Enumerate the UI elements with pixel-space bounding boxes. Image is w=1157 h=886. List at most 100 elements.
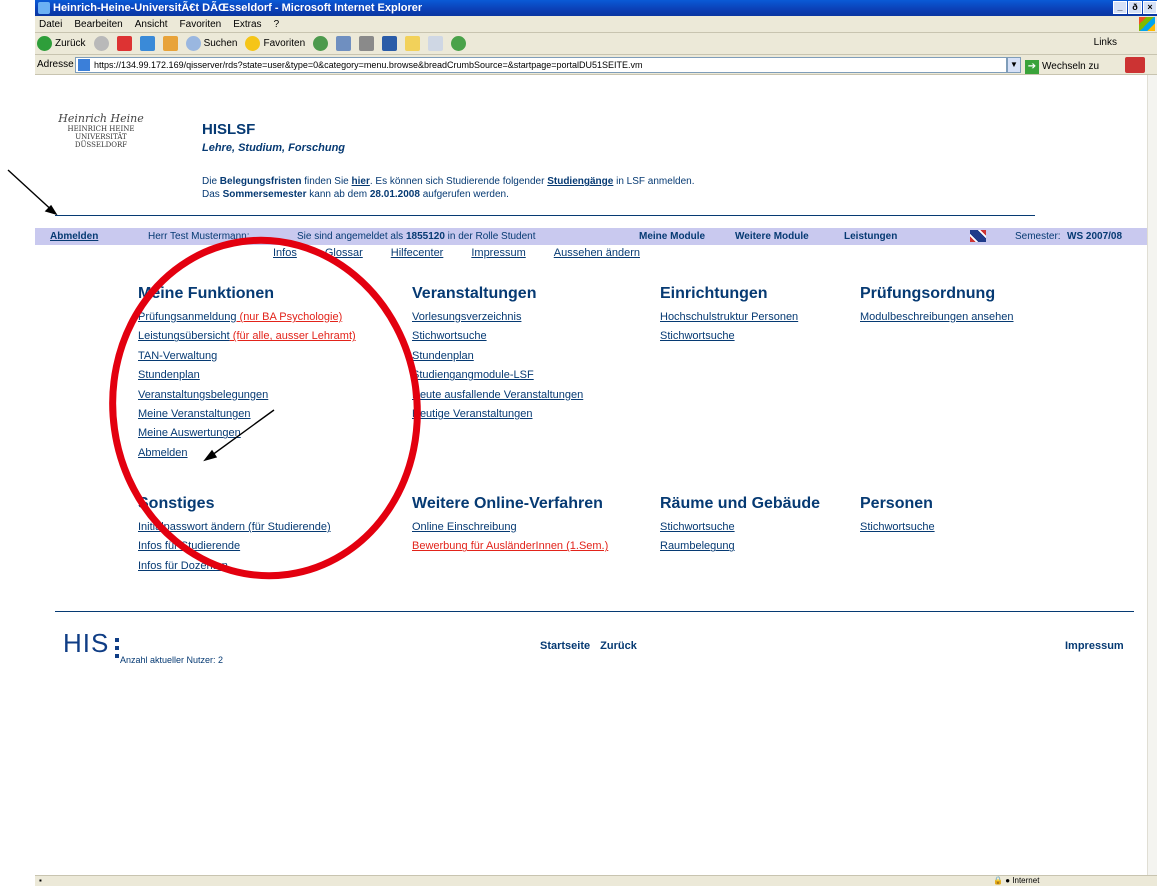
- tan-verwaltung-link[interactable]: TAN-Verwaltung: [138, 350, 356, 363]
- leistungsuebersicht-link[interactable]: Leistungsübersicht: [138, 330, 230, 342]
- menu-datei[interactable]: Datei: [39, 16, 62, 32]
- menu-ansicht[interactable]: Ansicht: [135, 16, 168, 32]
- stundenplan-link[interactable]: Stundenplan: [138, 369, 356, 382]
- stichwortsuche-link[interactable]: Stichwortsuche: [660, 521, 735, 534]
- discuss-button[interactable]: [428, 36, 444, 51]
- address-input[interactable]: https://134.99.172.169/qisserver/rds?sta…: [75, 57, 1007, 73]
- meine-module-link[interactable]: Meine Module: [639, 228, 705, 245]
- list-item: Leistungsübersicht (für alle, ausser Leh…: [138, 330, 356, 343]
- list-item: Prüfungsanmeldung (nur BA Psychologie): [138, 311, 356, 324]
- heute-ausfallende-link[interactable]: Heute ausfallende Veranstaltungen: [412, 389, 583, 402]
- stichwortsuche-link[interactable]: Stichwortsuche: [412, 330, 583, 343]
- forward-button[interactable]: [93, 36, 109, 51]
- maximize-button[interactable]: ð: [1128, 1, 1142, 14]
- meine-veranstaltungen-link[interactable]: Meine Veranstaltungen: [138, 408, 356, 421]
- notice-text: Das: [202, 189, 223, 200]
- ie-icon: [38, 2, 50, 14]
- status-bar: ▪ 🔒 ● Internet: [35, 875, 1157, 886]
- back-button[interactable]: Zurück: [37, 36, 86, 51]
- infos-link[interactable]: Infos: [273, 247, 297, 259]
- history-button[interactable]: [313, 36, 329, 51]
- raeume-heading: Räume und Gebäude: [660, 495, 821, 512]
- studiengaenge-link[interactable]: Studiengänge: [547, 176, 613, 187]
- notice-text: Die: [202, 176, 220, 187]
- menu-favoriten[interactable]: Favoriten: [180, 16, 222, 32]
- bewerbung-link[interactable]: Bewerbung für AusländerInnen (1.Sem.): [412, 540, 608, 553]
- logo-signature: Heinrich Heine: [58, 112, 144, 125]
- print-button[interactable]: [359, 36, 375, 51]
- uk-flag-icon[interactable]: [970, 230, 986, 242]
- go-button[interactable]: ➔ Wechseln zu: [1025, 57, 1099, 77]
- stop-button[interactable]: [116, 36, 132, 51]
- impressum-link[interactable]: Impressum: [471, 247, 525, 259]
- menu-extras[interactable]: Extras: [233, 16, 261, 32]
- online-verfahren-heading: Weitere Online-Verfahren: [412, 495, 603, 512]
- infos-dozenten-link[interactable]: Infos für Dozenten: [138, 560, 331, 573]
- footer-impressum-link[interactable]: Impressum: [1065, 640, 1124, 652]
- logo-line-3: DÜSSELDORF: [74, 141, 128, 149]
- initialpasswort-link[interactable]: Initialpasswort ändern (für Studierende): [138, 521, 331, 534]
- folder-button[interactable]: [405, 36, 421, 51]
- toolbar: Zurück Suchen Favoriten Links: [35, 33, 1157, 55]
- print-icon: [359, 36, 375, 51]
- heutige-veranstaltungen-link[interactable]: Heutige Veranstaltungen: [412, 408, 583, 421]
- home-button[interactable]: [162, 36, 178, 51]
- address-label: Adresse: [37, 59, 74, 70]
- minimize-button[interactable]: _: [1113, 1, 1127, 14]
- stundenplan-link[interactable]: Stundenplan: [412, 350, 583, 363]
- semester-label: Semester:: [1015, 231, 1061, 242]
- einrichtungen-heading: Einrichtungen: [660, 285, 768, 302]
- meine-auswertungen-link[interactable]: Meine Auswertungen: [138, 427, 356, 440]
- header-divider: [55, 215, 1035, 216]
- stichwortsuche-link[interactable]: Stichwortsuche: [660, 330, 798, 343]
- glossar-link[interactable]: Glossar: [325, 247, 363, 259]
- notice: Die Belegungsfristen finden Sie hier. Es…: [202, 175, 695, 201]
- modulbeschreibungen-link[interactable]: Modulbeschreibungen ansehen: [860, 311, 1014, 324]
- close-button[interactable]: ×: [1143, 1, 1157, 14]
- menu-bearbeiten[interactable]: Bearbeiten: [74, 16, 122, 32]
- pruefungsanmeldung-note[interactable]: (nur BA Psychologie): [236, 311, 343, 323]
- site-title: HISLSF: [202, 121, 256, 138]
- search-button[interactable]: Suchen: [185, 36, 237, 51]
- extension-icon[interactable]: [1125, 57, 1145, 73]
- veranstaltungsbelegungen-link[interactable]: Veranstaltungsbelegungen: [138, 389, 356, 402]
- favorites-button[interactable]: Favoriten: [245, 36, 305, 51]
- leistungsuebersicht-note[interactable]: (für alle, ausser Lehramt): [230, 330, 356, 342]
- hier-link[interactable]: hier: [352, 176, 370, 187]
- notice-text: aufgerufen werden.: [419, 189, 509, 200]
- menu-help[interactable]: ?: [274, 16, 280, 32]
- lock-icon: 🔒: [993, 876, 1003, 885]
- online-einschreibung-link[interactable]: Online Einschreibung: [412, 521, 608, 534]
- stichwortsuche-link[interactable]: Stichwortsuche: [860, 521, 935, 534]
- pruefungsanmeldung-link[interactable]: Prüfungsanmeldung: [138, 311, 236, 323]
- hilfecenter-link[interactable]: Hilfecenter: [391, 247, 444, 259]
- raumbelegung-link[interactable]: Raumbelegung: [660, 540, 735, 553]
- studiengangmodule-link[interactable]: Studiengangmodule-LSF: [412, 369, 583, 382]
- login-text: Sie sind angemeldet als: [297, 231, 406, 242]
- refresh-button[interactable]: [139, 36, 155, 51]
- aussehen-aendern-link[interactable]: Aussehen ändern: [554, 247, 640, 259]
- address-bar: Adresse https://134.99.172.169/qisserver…: [35, 55, 1157, 75]
- vertical-scrollbar[interactable]: [1147, 75, 1157, 875]
- messenger-button[interactable]: [451, 36, 467, 51]
- abmelden-link[interactable]: Abmelden: [138, 447, 356, 460]
- mail-button[interactable]: [336, 36, 352, 51]
- edit-button[interactable]: [382, 36, 398, 51]
- links-label[interactable]: Links: [1094, 37, 1117, 48]
- veranstaltungen-list: Vorlesungsverzeichnis Stichwortsuche Stu…: [412, 311, 583, 421]
- notice-bold: Sommersemester: [222, 189, 307, 200]
- page-status-icon: ▪: [39, 876, 42, 885]
- weitere-module-link[interactable]: Weitere Module: [735, 228, 809, 245]
- zurueck-link[interactable]: Zurück: [600, 640, 637, 652]
- hochschulstruktur-link[interactable]: Hochschulstruktur Personen: [660, 311, 798, 324]
- leistungen-link[interactable]: Leistungen: [844, 228, 897, 245]
- vorlesungsverzeichnis-link[interactable]: Vorlesungsverzeichnis: [412, 311, 583, 324]
- star-icon: [245, 36, 261, 51]
- infos-studierende-link[interactable]: Infos für Studierende: [138, 540, 331, 553]
- notice-text: . Es können sich Studierende folgender: [369, 176, 548, 187]
- university-logo: Heinrich Heine HEINRICH HEINE UNIVERSITÄ…: [55, 112, 147, 165]
- sonstiges-list: Initialpasswort ändern (für Studierende)…: [138, 521, 331, 573]
- address-dropdown-button[interactable]: ▼: [1007, 57, 1021, 73]
- logout-link[interactable]: Abmelden: [50, 228, 98, 245]
- startseite-link[interactable]: Startseite: [540, 640, 590, 652]
